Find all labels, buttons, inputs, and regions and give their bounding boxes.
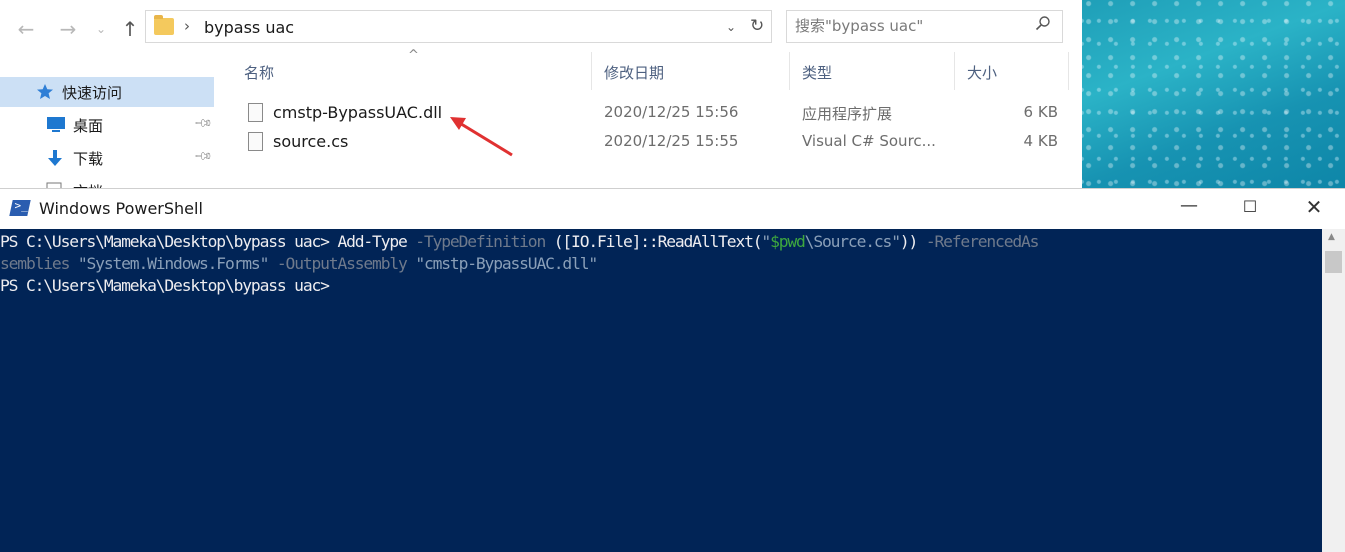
column-header-name[interactable]: 名称 [244, 62, 274, 83]
scroll-thumb[interactable] [1325, 251, 1342, 273]
search-box[interactable] [786, 10, 1063, 43]
pin-icon: 📌︎ [193, 112, 214, 134]
star-icon [36, 83, 54, 99]
console-string: " [891, 232, 901, 251]
file-row[interactable]: source.cs 2020/12/25 15:55 Visual C# Sou… [218, 129, 1082, 157]
folder-icon [154, 15, 174, 35]
console-parameter: -OutputAssembly [268, 254, 416, 273]
console-string: "cmstp-BypassUAC.dll" [415, 254, 598, 273]
column-header-modified[interactable]: 修改日期 [604, 62, 664, 83]
up-button[interactable]: ↑ [118, 17, 142, 41]
breadcrumb-current-folder[interactable]: bypass uac [204, 18, 294, 37]
file-type: Visual C# Sourc... [802, 132, 936, 150]
sidebar-item-desktop[interactable]: 桌面 📌︎ [0, 110, 214, 140]
file-modified: 2020/12/25 15:55 [604, 132, 739, 150]
vertical-scrollbar[interactable]: ▲ [1322, 229, 1345, 552]
search-icon[interactable] [1035, 15, 1051, 36]
download-icon [46, 149, 64, 166]
refresh-button[interactable]: ↻ [750, 16, 764, 36]
column-divider[interactable] [1068, 52, 1069, 90]
column-divider[interactable] [954, 52, 955, 90]
file-type: 应用程序扩展 [802, 105, 893, 123]
console-string: "System.Windows.Forms" [77, 254, 270, 273]
console-parameter: -TypeDefinition [406, 232, 554, 251]
console-text: )) [899, 232, 926, 251]
file-modified: 2020/12/25 15:56 [604, 103, 739, 121]
file-name: source.cs [273, 132, 349, 151]
pin-icon: 📌︎ [193, 145, 214, 167]
powershell-icon [9, 200, 31, 216]
sidebar-item-quick-access[interactable]: 快速访问 [0, 77, 214, 107]
column-headers: ^ 名称 修改日期 类型 大小 [218, 48, 1082, 92]
console-prompt: PS C:\Users\Mameka\Desktop\bypass uac> [0, 232, 338, 251]
file-explorer-window: ← → ⌄ ↑ › bypass uac ⌄ ↻ 快速访问 桌面 📌︎ [0, 0, 1082, 201]
desktop-icon [46, 116, 65, 132]
scroll-up-arrow-icon[interactable]: ▲ [1328, 232, 1335, 242]
column-header-size[interactable]: 大小 [967, 62, 997, 83]
address-dropdown-button[interactable]: ⌄ [726, 20, 736, 34]
column-divider[interactable] [789, 52, 790, 90]
console-line: PS C:\Users\Mameka\Desktop\bypass uac> A… [0, 231, 1040, 253]
console-string: " [761, 232, 771, 251]
powershell-titlebar[interactable]: Windows PowerShell — ☐ ✕ [0, 189, 1345, 229]
console-variable: $pwd [770, 232, 806, 251]
sidebar-item-label: 快速访问 [62, 84, 123, 102]
console-prompt: PS C:\Users\Mameka\Desktop\bypass uac> [0, 276, 330, 295]
back-button[interactable]: ← [14, 17, 38, 41]
file-size: 4 KB [1023, 132, 1058, 150]
sidebar-item-label: 下载 [73, 150, 104, 168]
sidebar-item-label: 桌面 [73, 117, 104, 135]
sidebar-item-downloads[interactable]: 下载 📌︎ [0, 143, 214, 173]
breadcrumb-separator[interactable]: › [184, 17, 190, 35]
close-button[interactable]: ✕ [1299, 195, 1329, 219]
console-text: ([IO.File]::ReadAllText( [553, 232, 763, 251]
column-divider[interactable] [591, 52, 592, 90]
window-title: Windows PowerShell [39, 199, 203, 218]
minimize-button[interactable]: — [1174, 195, 1204, 216]
annotation-arrow-icon [450, 117, 513, 157]
file-name: cmstp-BypassUAC.dll [273, 103, 443, 122]
console-line: semblies "System.Windows.Forms" -OutputA… [0, 253, 598, 275]
address-bar[interactable]: › bypass uac ⌄ ↻ [145, 10, 772, 43]
file-row[interactable]: cmstp-BypassUAC.dll 2020/12/25 15:56 应用程… [218, 100, 1082, 128]
console-parameter: semblies [0, 254, 78, 273]
maximize-button[interactable]: ☐ [1235, 197, 1265, 216]
console-line: PS C:\Users\Mameka\Desktop\bypass uac> [0, 275, 330, 297]
dll-file-icon [248, 103, 263, 122]
recent-locations-button[interactable]: ⌄ [89, 22, 113, 36]
console-string: \Source.cs [804, 232, 893, 251]
console-parameter: -ReferencedAs [925, 232, 1040, 251]
console-output[interactable]: PS C:\Users\Mameka\Desktop\bypass uac> A… [0, 229, 1322, 552]
cs-file-icon [248, 132, 263, 151]
desktop-wallpaper [1082, 0, 1345, 188]
search-input[interactable] [795, 17, 1025, 35]
file-size: 6 KB [1023, 103, 1058, 121]
console-cmdlet: Add-Type [337, 232, 407, 251]
column-header-type[interactable]: 类型 [802, 62, 832, 83]
forward-button[interactable]: → [56, 17, 80, 41]
sort-ascending-icon: ^ [408, 48, 419, 63]
powershell-window: Windows PowerShell — ☐ ✕ PS C:\Users\Mam… [0, 188, 1345, 552]
navigation-pane: 快速访问 桌面 📌︎ 下载 📌︎ 文档 [0, 52, 218, 201]
